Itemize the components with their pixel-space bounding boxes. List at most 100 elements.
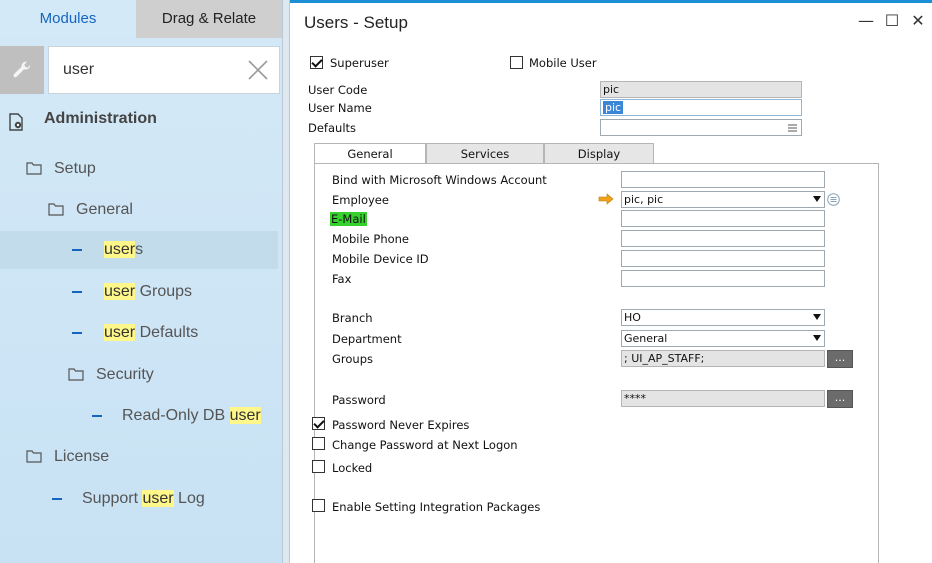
mobile-device-id-field[interactable]	[621, 250, 825, 267]
chevron-down-icon	[813, 314, 821, 320]
tree-item-support-user-log[interactable]: Support user Log	[52, 480, 278, 518]
user-code-field[interactable]: pic	[600, 81, 802, 98]
tree-label: Setup	[54, 160, 96, 177]
folder-icon	[48, 203, 64, 216]
tree-label-highlight: user	[104, 283, 136, 300]
tree-label-highlight: user	[104, 324, 136, 341]
search-row: user	[0, 46, 282, 98]
tree-label: General	[76, 201, 133, 218]
folder-icon	[68, 368, 84, 381]
dash-icon	[72, 290, 82, 293]
dash-icon	[92, 414, 102, 417]
navigation-panel: Modules Drag & Relate user Administratio…	[0, 0, 282, 563]
tab-general[interactable]: General	[314, 143, 426, 164]
tab-modules[interactable]: Modules	[0, 0, 136, 38]
tree-item-user-groups[interactable]: user Groups	[72, 273, 278, 311]
defaults-label: Defaults	[308, 121, 357, 135]
password-never-expires-label: Password Never Expires	[332, 418, 470, 432]
tree-label: Groups	[135, 283, 193, 300]
panel-splitter[interactable]	[282, 0, 290, 563]
chevron-down-icon	[813, 196, 821, 202]
close-button[interactable]: ✕	[908, 11, 928, 31]
minimize-button[interactable]: —	[856, 11, 876, 31]
branch-label: Branch	[332, 311, 373, 325]
folder-icon	[26, 450, 42, 463]
list-icon[interactable]	[788, 124, 797, 132]
bind-windows-field[interactable]	[621, 171, 825, 188]
mobile-phone-field[interactable]	[621, 230, 825, 247]
tree-label: Defaults	[135, 324, 199, 341]
tree-label-highlight: user	[229, 407, 261, 424]
employee-dropdown[interactable]: pic, pic	[621, 191, 825, 208]
locked-label: Locked	[332, 461, 373, 475]
tree-label: Log	[173, 490, 205, 507]
fax-field[interactable]	[621, 270, 825, 287]
tree-item-security[interactable]: Security	[68, 356, 274, 394]
employee-value: pic, pic	[624, 193, 664, 206]
user-name-label: User Name	[308, 101, 372, 115]
employee-label: Employee	[332, 193, 389, 207]
administration-label: Administration	[44, 110, 157, 127]
tab-drag-relate[interactable]: Drag & Relate	[136, 0, 282, 38]
enable-integration-checkbox[interactable]	[312, 499, 325, 512]
department-label: Department	[332, 332, 402, 346]
list-icon[interactable]	[827, 193, 840, 206]
locked-checkbox[interactable]	[312, 460, 325, 473]
password-label: Password	[332, 393, 386, 407]
close-icon[interactable]	[246, 58, 270, 82]
mobile-device-id-label: Mobile Device ID	[332, 252, 429, 266]
wrench-icon[interactable]	[0, 46, 44, 94]
tree-label: Security	[96, 366, 154, 383]
administration-section[interactable]: Administration	[0, 108, 282, 136]
tree-label: Support	[82, 490, 143, 507]
bind-windows-label: Bind with Microsoft Windows Account	[332, 173, 547, 187]
dash-icon	[52, 497, 62, 500]
user-name-value: pic	[603, 101, 624, 114]
defaults-field[interactable]	[600, 119, 802, 136]
email-label-text: E-Mail	[330, 212, 367, 226]
tree-item-read-only-db-user[interactable]: Read-Only DB user	[92, 397, 278, 435]
mobile-phone-label: Mobile Phone	[332, 232, 410, 246]
tree-label: License	[54, 448, 110, 465]
dash-icon	[72, 248, 82, 251]
tree-item-users[interactable]: users	[0, 231, 278, 269]
groups-browse-button[interactable]: ...	[827, 350, 853, 368]
tab-services[interactable]: Services	[426, 143, 544, 164]
password-change-button[interactable]: ...	[827, 390, 853, 408]
folder-icon	[26, 162, 42, 175]
department-dropdown[interactable]: General	[621, 330, 825, 347]
user-name-field[interactable]: pic	[600, 99, 802, 116]
link-arrow-icon[interactable]	[598, 193, 614, 205]
groups-label: Groups	[332, 352, 374, 366]
tree-label: Read-Only DB	[122, 407, 230, 424]
dash-icon	[72, 331, 82, 334]
tree-item-setup[interactable]: Setup	[26, 150, 276, 188]
mobile-user-label: Mobile User	[529, 56, 597, 70]
branch-dropdown[interactable]: HO	[621, 309, 825, 326]
department-value: General	[624, 332, 668, 345]
branch-value: HO	[624, 311, 641, 324]
mobile-user-checkbox[interactable]	[510, 56, 523, 69]
password-field[interactable]: ****	[621, 390, 825, 407]
groups-field[interactable]: ; UI_AP_STAFF;	[621, 350, 825, 367]
superuser-label: Superuser	[330, 56, 389, 70]
tree-item-license[interactable]: License	[26, 438, 276, 476]
superuser-checkbox[interactable]	[310, 56, 323, 69]
administration-icon	[9, 113, 23, 131]
tree-label-highlight: user	[104, 241, 136, 258]
tree-label-highlight: user	[142, 490, 174, 507]
change-password-label: Change Password at Next Logon	[332, 438, 518, 452]
user-code-label: User Code	[308, 83, 368, 97]
change-password-checkbox[interactable]	[312, 437, 325, 450]
tree-item-user-defaults[interactable]: user Defaults	[72, 314, 278, 352]
chevron-down-icon	[813, 335, 821, 341]
password-never-expires-checkbox[interactable]	[312, 417, 325, 430]
tree-item-general[interactable]: General	[48, 191, 278, 229]
window-title: Users - Setup	[304, 13, 408, 32]
tree-label: s	[135, 241, 144, 258]
email-label: E-Mail	[330, 212, 367, 226]
enable-integration-label: Enable Setting Integration Packages	[332, 500, 541, 514]
maximize-button[interactable]: ☐	[882, 11, 902, 31]
tab-display[interactable]: Display	[544, 143, 654, 164]
email-field[interactable]	[621, 210, 825, 227]
